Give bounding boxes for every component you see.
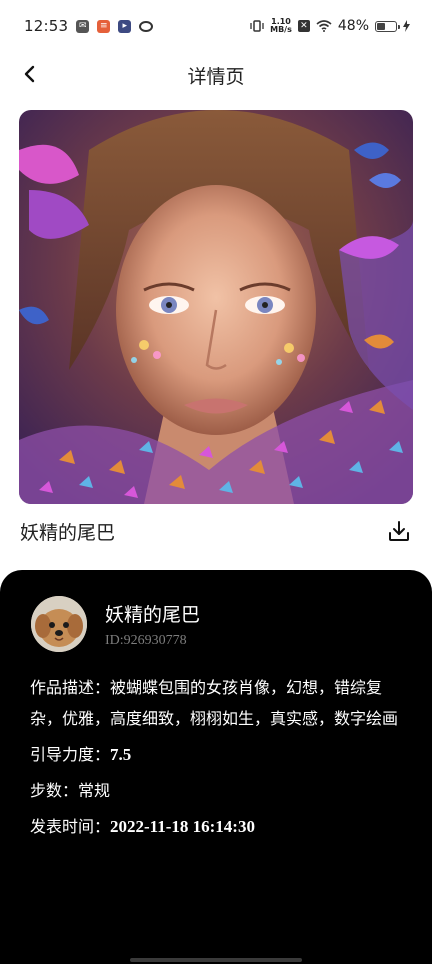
guidance-line: 引导力度：7.5 <box>30 739 404 770</box>
published-label: 发表时间： <box>30 817 111 836</box>
dog-avatar-illustration <box>31 596 87 652</box>
battery-fill <box>377 22 386 30</box>
published-line: 发表时间：2022-11-18 16:14:30 <box>30 811 404 842</box>
page-header: 详情页 <box>0 52 432 98</box>
chevron-left-icon <box>24 65 35 83</box>
download-icon <box>389 521 409 541</box>
artwork-title: 妖精的尾巴 <box>20 521 116 544</box>
home-indicator[interactable] <box>130 958 302 962</box>
status-bar: 12:53 ✉ ≡ ▸ 1.10 MB/s ✕ 48% <box>0 0 432 52</box>
battery-percent: 48% <box>337 18 369 34</box>
author-name: 妖精的尾巴 <box>105 603 201 626</box>
app-blue-icon: ▸ <box>118 19 132 33</box>
net-speed-unit: MB/s <box>270 25 292 34</box>
artwork-image[interactable] <box>19 110 413 504</box>
page-title: 详情页 <box>187 65 245 88</box>
steps-label: 步数： <box>30 781 79 800</box>
author-meta: 妖精的尾巴 ID:926930778 <box>105 600 200 649</box>
battery-icon <box>375 20 400 32</box>
status-left: 12:53 ✉ ≡ ▸ <box>24 17 154 35</box>
nfc-icon: ✕ <box>297 20 310 32</box>
charging-icon <box>403 20 410 32</box>
download-button[interactable] <box>386 518 412 544</box>
guidance-label: 引导力度： <box>30 745 111 764</box>
description-line: 作品描述：被蝴蝶包围的女孩肖像，幻想，错综复杂，优雅，高度细致，栩栩如生，真实感… <box>30 672 404 734</box>
wifi-icon <box>316 20 332 32</box>
artwork-illustration <box>19 110 413 504</box>
description-label: 作品描述： <box>30 678 111 697</box>
info-card: 妖精的尾巴 ID:926930778 作品描述：被蝴蝶包围的女孩肖像，幻想，错综… <box>0 570 432 964</box>
vibrate-icon <box>250 20 264 32</box>
link-icon <box>139 20 154 32</box>
status-right: 1.10 MB/s ✕ 48% <box>250 18 410 34</box>
author-id: ID:926930778 <box>105 632 187 648</box>
steps-line: 步数：常规 <box>30 775 404 806</box>
mail-icon: ✉ <box>76 19 90 33</box>
published-value: 2022-11-18 16:14:30 <box>110 817 255 836</box>
status-time: 12:53 <box>24 17 69 35</box>
app-orange-icon: ≡ <box>97 19 111 33</box>
artwork-title-row: 妖精的尾巴 <box>20 514 412 548</box>
avatar[interactable] <box>31 596 87 652</box>
author-row[interactable]: 妖精的尾巴 ID:926930778 <box>31 596 200 652</box>
guidance-value: 7.5 <box>110 745 132 764</box>
steps-value: 常规 <box>78 781 111 800</box>
back-button[interactable] <box>18 62 42 86</box>
artwork-details: 作品描述：被蝴蝶包围的女孩肖像，幻想，错综复杂，优雅，高度细致，栩栩如生，真实感… <box>30 672 404 847</box>
net-speed: 1.10 MB/s <box>270 18 292 34</box>
